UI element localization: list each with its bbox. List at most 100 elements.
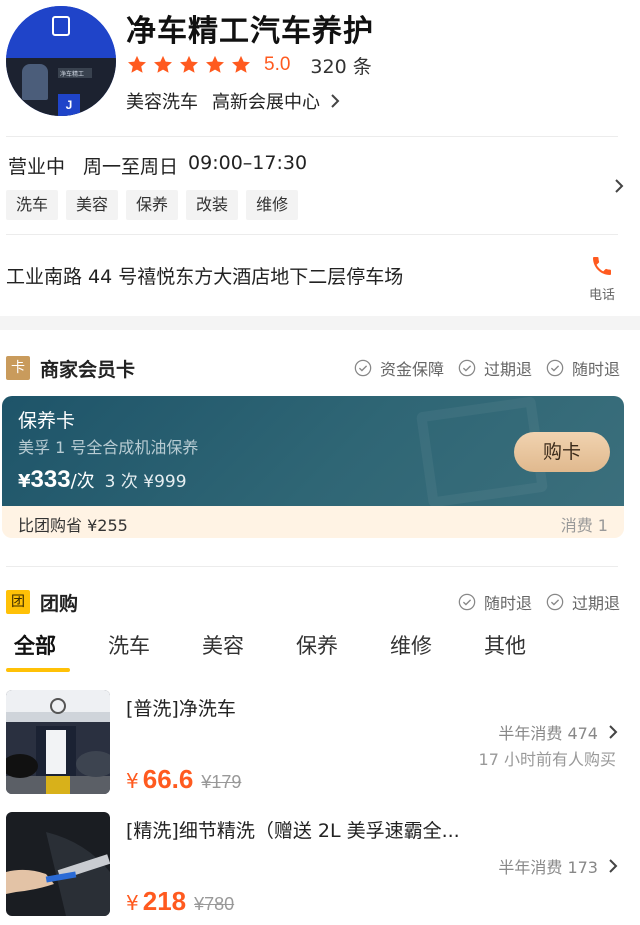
guarantee-item: 随时退 [458,590,532,614]
shop-name: 净车精工汽车养护 [126,14,374,49]
currency-symbol: ¥ [126,891,139,915]
card-name: 保养卡 [18,410,76,432]
active-tab-indicator [6,668,70,672]
guarantee-item: 资金保障 [354,356,444,380]
avatar-badge: J [58,94,80,116]
buy-card-button[interactable]: 购卡 [514,432,610,472]
guarantee-item: 随时退 [546,356,620,380]
guarantee-label: 过期退 [571,594,620,613]
tab-other[interactable]: 其他 [484,630,526,660]
check-circle-icon [546,359,564,377]
service-tag: 洗车 [6,190,59,220]
check-circle-icon [546,593,564,611]
guarantee-item: 过期退 [458,356,532,380]
group-buy-header: 团 团购 随时退 过期退 [6,588,620,616]
check-circle-icon [458,593,476,611]
chevron-right-icon [609,725,618,739]
guarantee-item: 过期退 [546,590,620,614]
deal-title: [精洗]细节精洗（赠送 2L 美孚速霸全... [126,820,460,842]
member-card-header: 卡 商家会员卡 资金保障 过期退 随时退 [6,354,620,382]
service-tag: 改装 [186,190,239,220]
category-location-link[interactable]: 美容洗车 高新会展中心 [126,88,340,114]
tab-all[interactable]: 全部 [14,630,56,660]
recent-purchase: 17 小时前有人购买 [478,750,616,769]
person-figure [22,64,48,100]
guarantee-label: 资金保障 [379,360,444,379]
phone-button[interactable]: 电话 [584,254,620,303]
shop-avatar[interactable]: 净车精工 J [6,6,116,116]
card-unit-price: 333 [30,466,71,493]
tab-wash[interactable]: 洗车 [108,630,150,660]
shop-address[interactable]: 工业南路 44 号禧悦东方大酒店地下二层停车场 [6,262,403,289]
group-badge-icon: 团 [6,590,30,614]
chevron-right-icon[interactable] [614,178,624,194]
deal-item[interactable]: [普洗]净洗车 半年消费 474 17 小时前有人购买 ¥ 66.6 ¥179 [0,690,640,800]
deal-sales: 半年消费 173 [498,854,618,878]
deal-title: [普洗]净洗车 [126,698,236,720]
deal-item[interactable]: [精洗]细节精洗（赠送 2L 美孚速霸全... 半年消费 173 ¥ 218 ¥… [0,812,640,922]
shop-district: 高新会展中心 [212,92,320,113]
review-count: 320 条 [310,55,372,78]
business-hours[interactable]: 营业中 周一至周日 09:00–17:30 [8,152,307,179]
tab-repair[interactable]: 维修 [390,630,432,660]
guarantee-label: 随时退 [483,594,532,613]
card-description: 美孚 1 号全合成机油保养 [18,438,199,457]
avatar-brand-area [6,6,116,58]
guarantee-label: 随时退 [571,360,620,379]
deal-current-price: 66.6 [142,764,194,794]
brand-logo-icon [52,16,70,36]
star-icon [206,55,224,73]
deal-price: ¥ 66.6 ¥179 [126,764,241,795]
deal-current-price: 218 [142,886,187,916]
storefront-sign-text: 净车精工 [60,71,85,78]
card-unit: /次 [70,471,95,492]
member-card-title: 商家会员卡 [40,358,136,381]
deal-original-price: ¥780 [194,894,235,914]
member-card-body: 保养卡 美孚 1 号全合成机油保养 ¥ 333 /次 3 次 ¥999 购卡 [2,396,624,508]
star-icon [128,55,146,73]
guarantee-label: 过期退 [483,360,532,379]
service-tag: 美容 [66,190,119,220]
divider [6,566,618,567]
rating-score: 5.0 [264,54,291,75]
group-buy-title: 团购 [40,592,79,615]
card-price: ¥ 333 /次 3 次 ¥999 [18,466,187,494]
currency-symbol: ¥ [18,471,31,492]
guarantee-list: 随时退 过期退 [444,590,620,614]
chevron-right-icon [609,859,618,873]
star-icon [180,55,198,73]
section-separator [0,316,640,330]
deal-sales: 半年消费 474 [498,720,618,744]
star-icon [154,55,172,73]
guarantee-list: 资金保障 过期退 随时退 [340,356,620,380]
category-tabs: 全部 洗车 美容 保养 维修 其他 [0,630,640,674]
shop-header: 净车精工 J 净车精工汽车养护 5.0 320 条 美容洗车 高新会展中心 [0,0,640,130]
detail-wash-image [6,812,110,916]
tab-maintenance[interactable]: 保养 [296,630,338,660]
rating-row[interactable]: 5.0 320 条 [126,52,372,78]
phone-label: 电话 [588,288,615,303]
deal-original-price: ¥179 [201,772,242,792]
divider [6,234,618,235]
tab-beauty[interactable]: 美容 [202,630,244,660]
service-tag: 维修 [246,190,299,220]
chevron-right-icon [331,94,340,108]
check-circle-icon [458,359,476,377]
member-card[interactable]: 保养卡 美孚 1 号全合成机油保养 ¥ 333 /次 3 次 ¥999 购卡 比… [2,396,624,538]
avatar-storefront: 净车精工 J [6,58,116,116]
divider [6,136,618,137]
card-footer: 比团购省 ¥255 消费 1 [2,506,624,538]
deal-sales-text: 半年消费 173 [498,858,598,877]
deal-thumbnail [6,812,110,916]
deal-thumbnail [6,690,110,794]
open-time: 09:00–17:30 [188,152,308,174]
star-icon [232,55,250,73]
open-status: 营业中 [8,156,66,178]
savings-text: 比团购省 ¥255 [18,516,128,535]
service-tag: 保养 [126,190,179,220]
card-package: 3 次 ¥999 [104,472,187,492]
check-circle-icon [354,359,372,377]
service-tags: 洗车 美容 保养 改装 维修 [6,190,306,220]
phone-icon [593,257,611,275]
open-days: 周一至周日 [83,156,179,178]
